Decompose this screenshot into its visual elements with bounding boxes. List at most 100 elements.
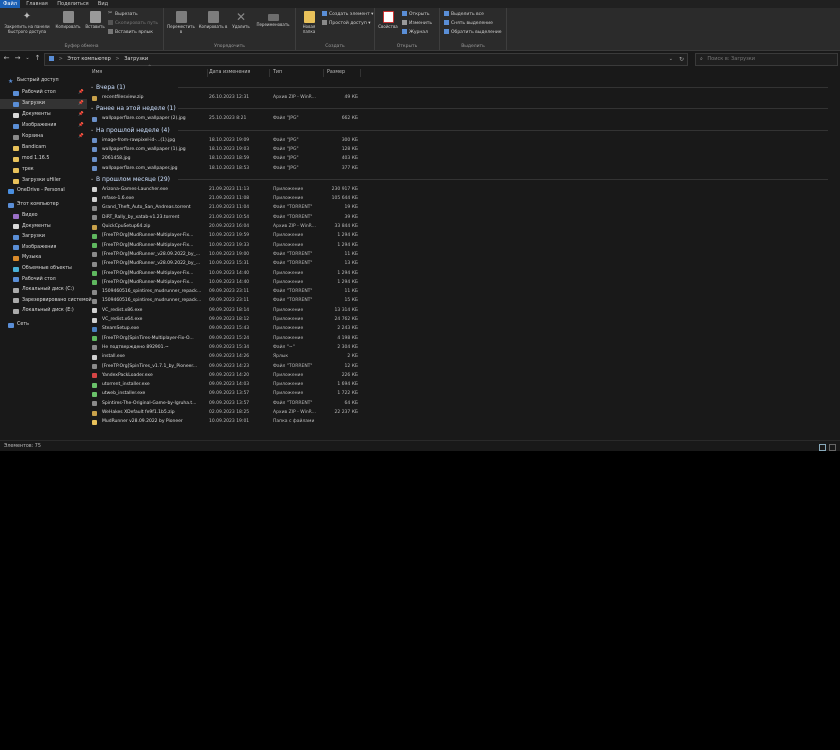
table-row[interactable]: mfase-1.6.exe 21.09.2023 11:08 Приложение 1… xyxy=(88,195,358,203)
column-header-date[interactable]: Дата изменения xyxy=(209,69,270,77)
sidebar-pc-item-4[interactable]: Музыка xyxy=(0,253,87,263)
table-row[interactable]: [FreeTP.Org]MudRunner-Multiplayer-Fix...… xyxy=(88,242,358,250)
select-all-button[interactable]: Выделить все xyxy=(444,11,484,18)
table-row[interactable]: VC_redist.x64.exe 09.09.2023 18:12 Приложе… xyxy=(88,316,358,324)
open-button[interactable]: Открыть xyxy=(402,11,430,18)
nav-this-pc[interactable]: Этот компьютер xyxy=(0,200,87,210)
sidebar-pc-item-6[interactable]: Рабочий стол xyxy=(0,275,87,285)
table-row[interactable]: [FreeTP.Org]SpinTires_v1.7.1_by_Pioneer.… xyxy=(88,363,358,371)
new-folder-button[interactable]: Новая папка xyxy=(298,11,320,34)
table-row[interactable]: utorrent_installer.exe 09.09.2023 14:03 Пр… xyxy=(88,381,358,389)
delete-button[interactable]: ✕ Удалить xyxy=(230,11,252,30)
easy-access-button[interactable]: Простой доступ ▾ xyxy=(322,20,370,27)
sidebar-item-3[interactable]: Изображения 📌 xyxy=(0,121,87,131)
tab-view[interactable]: Вид xyxy=(94,0,112,8)
table-row[interactable]: image-from-rawpixel-id-...(1).jpg 18.10.2… xyxy=(88,137,358,145)
history-button[interactable]: Журнал xyxy=(402,29,428,36)
group-header-last_month[interactable]: ⌄ В прошлом месяце (29) xyxy=(88,175,840,184)
table-row[interactable]: YandexPackLoader.exe 09.09.2023 14:20 Прил… xyxy=(88,372,358,380)
pin-quick-access-button[interactable]: ✦ Закрепить на панели быстрого доступа xyxy=(2,11,52,34)
table-row[interactable]: [FreeTP.Org]MudRunner_v28.09.2022_by_...… xyxy=(88,251,358,259)
table-row[interactable]: VC_redist.x86.exe 09.09.2023 18:14 Приложе… xyxy=(88,307,358,315)
sidebar-item-4[interactable]: Корзина 📌 xyxy=(0,132,87,142)
back-button[interactable]: ← xyxy=(2,53,11,64)
table-row[interactable]: [FreeTP.Org]MudRunner-Multiplayer-Fix...… xyxy=(88,279,358,287)
up-button[interactable]: ↑ xyxy=(33,53,42,64)
select-none-button[interactable]: Снять выделение xyxy=(444,20,493,27)
table-row[interactable]: Arizona-Games-Launcher.exe 21.09.2023 11:… xyxy=(88,186,358,194)
tab-home[interactable]: Главная xyxy=(24,0,50,8)
breadcrumb-downloads[interactable]: Загрузки xyxy=(124,56,148,62)
sidebar-item-6[interactable]: mod 1.16.5 xyxy=(0,154,87,164)
table-row[interactable]: Не подтверждено 892901.~ 09.09.2023 15:34… xyxy=(88,344,358,352)
path-box[interactable]: > Этот компьютер > Загрузки ⌄ ↻ xyxy=(44,53,688,66)
tiles-view-icon[interactable] xyxy=(829,444,836,451)
tab-share[interactable]: Поделиться xyxy=(54,0,92,8)
rename-button[interactable]: Переименовать xyxy=(254,11,292,28)
table-row[interactable]: 1509460516_spintires_mudrunner_repack...… xyxy=(88,297,358,305)
sidebar-pc-item-7[interactable]: Локальный диск (C:) xyxy=(0,285,87,295)
table-row[interactable]: recentfilesview.zip 26.10.2023 12:31 Архив… xyxy=(88,94,358,102)
group-header-earlier_week[interactable]: ⌄ Ранее на этой неделе (1) xyxy=(88,104,840,113)
sidebar-pc-item-9[interactable]: Локальный диск (E:) xyxy=(0,306,87,316)
column-header-type[interactable]: Тип xyxy=(273,69,324,77)
paste-shortcut-button[interactable]: Вставить ярлык xyxy=(108,29,153,36)
table-row[interactable]: [FreeTP.Org]MudRunner-Multiplayer-Fix...… xyxy=(88,232,358,240)
refresh-icon[interactable]: ↻ xyxy=(679,54,684,65)
table-row[interactable]: utweb_installer.exe 09.09.2023 13:57 Прило… xyxy=(88,390,358,398)
table-row[interactable]: wallpaperflare.com_wallpaper.jpg 18.10.20… xyxy=(88,165,358,173)
details-view-icon[interactable] xyxy=(819,444,826,451)
group-header-yesterday[interactable]: ⌄ Вчера (1) xyxy=(88,83,840,92)
invert-selection-button[interactable]: Обратить выделение xyxy=(444,29,502,36)
table-row[interactable]: Grand_Theft_Auto_San_Andreas.torrent 21.0… xyxy=(88,204,358,212)
forward-button[interactable]: → xyxy=(13,53,22,64)
table-row[interactable]: Spintires-The-Original-Game-by-Igruha.t.… xyxy=(88,400,358,408)
sidebar-item-7[interactable]: трек xyxy=(0,165,87,175)
table-row[interactable]: [FreeTP.Org]SpinTires-Multiplayer-Fix-O.… xyxy=(88,335,358,343)
sidebar-item-8[interactable]: Загрузки uHiler xyxy=(0,176,87,186)
sidebar-pc-item-1[interactable]: Документы xyxy=(0,222,87,232)
search-box[interactable]: ⌕ Поиск в: Загрузки xyxy=(695,53,838,66)
breadcrumb-this-pc[interactable]: Этот компьютер xyxy=(67,56,110,62)
sidebar-item-0[interactable]: Рабочий стол 📌 xyxy=(0,88,87,98)
sidebar-item-1[interactable]: Загрузки 📌 xyxy=(0,99,87,109)
group-header-last_week[interactable]: ⌄ На прошлой неделе (4) xyxy=(88,126,840,135)
table-row[interactable]: QuickCpuSetup64.zip 20.09.2023 16:04 Архив… xyxy=(88,223,358,231)
table-row[interactable]: SteamSetup.exe 09.09.2023 15:43 Приложение… xyxy=(88,325,358,333)
table-row[interactable]: MudRunner v28.09.2022 by Pioneer 10.09.20… xyxy=(88,418,358,426)
sidebar-item-5[interactable]: Bandicam xyxy=(0,143,87,153)
nav-network[interactable]: Сеть xyxy=(0,320,87,330)
copy-button[interactable]: Копировать xyxy=(54,11,82,30)
table-row[interactable]: [FreeTP.Org]MudRunner_v28.09.2022_by_...… xyxy=(88,260,358,268)
move-to-button[interactable]: Переместить в xyxy=(166,11,196,34)
table-row[interactable]: DiRT_Rally_by_xatab-v1.23.torrent 21.09.2… xyxy=(88,214,358,222)
tab-file[interactable]: Файл xyxy=(0,0,20,8)
paste-button[interactable]: Вставить xyxy=(84,11,106,30)
sidebar-pc-item-2[interactable]: Загрузки xyxy=(0,232,87,242)
table-row[interactable]: wallpaperflare.com_wallpaper (1).jpg 18.1… xyxy=(88,146,358,154)
table-row[interactable]: wallpaperflare.com_wallpaper (2).jpg 25.1… xyxy=(88,115,358,123)
table-row[interactable]: WeHakes XDefault fe9f1.1b5.zip 02.09.2023… xyxy=(88,409,358,417)
table-row[interactable]: install.exe 09.09.2023 14:26 Ярлык 2 КБ xyxy=(88,353,358,361)
table-row[interactable]: [FreeTP.Org]MudRunner-Multiplayer-Fix...… xyxy=(88,270,358,278)
sidebar-pc-item-8[interactable]: Зарезервировано системой xyxy=(0,296,92,306)
recent-locations-button[interactable]: ⌄ xyxy=(23,53,32,64)
nav-quick-access[interactable]: ★ Быстрый доступ xyxy=(0,76,87,86)
copy-path-button[interactable]: Скопировать путь xyxy=(108,20,158,27)
chevron-down-icon[interactable]: ⌄ xyxy=(669,54,673,65)
nav-onedrive[interactable]: OneDrive - Personal xyxy=(0,186,87,196)
column-header-name[interactable]: Имя xyxy=(92,69,208,77)
sidebar-pc-item-0[interactable]: Видео xyxy=(0,211,87,221)
table-row[interactable]: 2061458.jpg 18.10.2023 18:59 Файл "JPG" 403… xyxy=(88,155,358,163)
column-header-size[interactable]: Размер xyxy=(327,69,361,77)
table-row[interactable]: 1509460516_spintires_mudrunner_repack...… xyxy=(88,288,358,296)
sidebar-pc-item-5[interactable]: Объемные объекты xyxy=(0,264,87,274)
cut-button[interactable]: ✂ Вырезать xyxy=(108,11,138,18)
sidebar-pc-item-3[interactable]: Изображения xyxy=(0,243,87,253)
copy-to-button[interactable]: Копировать в xyxy=(198,11,228,30)
new-item-button[interactable]: Создать элемент ▾ xyxy=(322,11,373,18)
edit-button[interactable]: Изменить xyxy=(402,20,432,27)
file-icon xyxy=(92,410,97,416)
sidebar-item-2[interactable]: Документы 📌 xyxy=(0,110,87,120)
properties-button[interactable]: Свойства xyxy=(376,11,400,30)
